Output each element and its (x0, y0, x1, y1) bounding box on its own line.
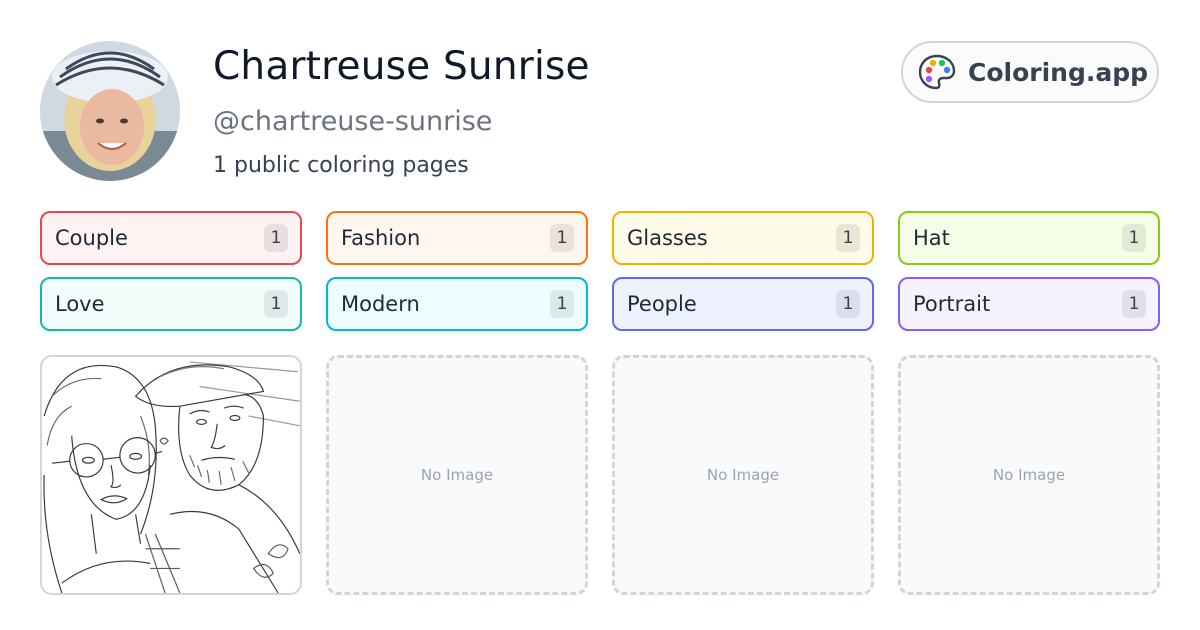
brand-name: Coloring.app (968, 57, 1149, 87)
tag-count: 1 (264, 290, 288, 318)
profile-name: Chartreuse Sunrise (213, 44, 590, 89)
tag-count: 1 (1122, 224, 1146, 252)
tag-label: Couple (55, 226, 128, 250)
tag-hat[interactable]: Hat 1 (898, 211, 1160, 265)
tag-count: 1 (550, 290, 574, 318)
empty-thumbnail: No Image (898, 355, 1160, 595)
tag-list: Couple 1 Fashion 1 Glasses 1 Hat 1 Love … (40, 211, 1160, 331)
tag-count: 1 (836, 290, 860, 318)
public-pages-count: 1 public coloring pages (213, 153, 469, 178)
no-image-label: No Image (992, 466, 1066, 484)
profile-handle: @chartreuse-sunrise (213, 106, 493, 137)
empty-thumbnail: No Image (612, 355, 874, 595)
tag-label: Portrait (913, 292, 991, 316)
tag-count: 1 (264, 224, 288, 252)
tag-love[interactable]: Love 1 (40, 277, 302, 331)
tag-count: 1 (1122, 290, 1146, 318)
tag-label: People (627, 292, 697, 316)
tag-couple[interactable]: Couple 1 (40, 211, 302, 265)
tag-label: Fashion (341, 226, 421, 250)
tag-people[interactable]: People 1 (612, 277, 874, 331)
tag-count: 1 (836, 224, 860, 252)
no-image-label: No Image (706, 466, 780, 484)
coloring-page-grid: No Image No Image No Image (40, 355, 1160, 595)
tag-count: 1 (550, 224, 574, 252)
avatar (40, 41, 180, 181)
palette-icon (918, 54, 956, 90)
tag-glasses[interactable]: Glasses 1 (612, 211, 874, 265)
tag-modern[interactable]: Modern 1 (326, 277, 588, 331)
no-image-label: No Image (420, 466, 494, 484)
tag-label: Love (55, 292, 105, 316)
empty-thumbnail: No Image (326, 355, 588, 595)
tag-label: Glasses (627, 226, 708, 250)
tag-label: Hat (913, 226, 950, 250)
tag-fashion[interactable]: Fashion 1 (326, 211, 588, 265)
tag-portrait[interactable]: Portrait 1 (898, 277, 1160, 331)
coloring-page-thumbnail[interactable] (40, 355, 302, 595)
tag-label: Modern (341, 292, 420, 316)
brand-badge[interactable]: Coloring.app (901, 41, 1159, 103)
